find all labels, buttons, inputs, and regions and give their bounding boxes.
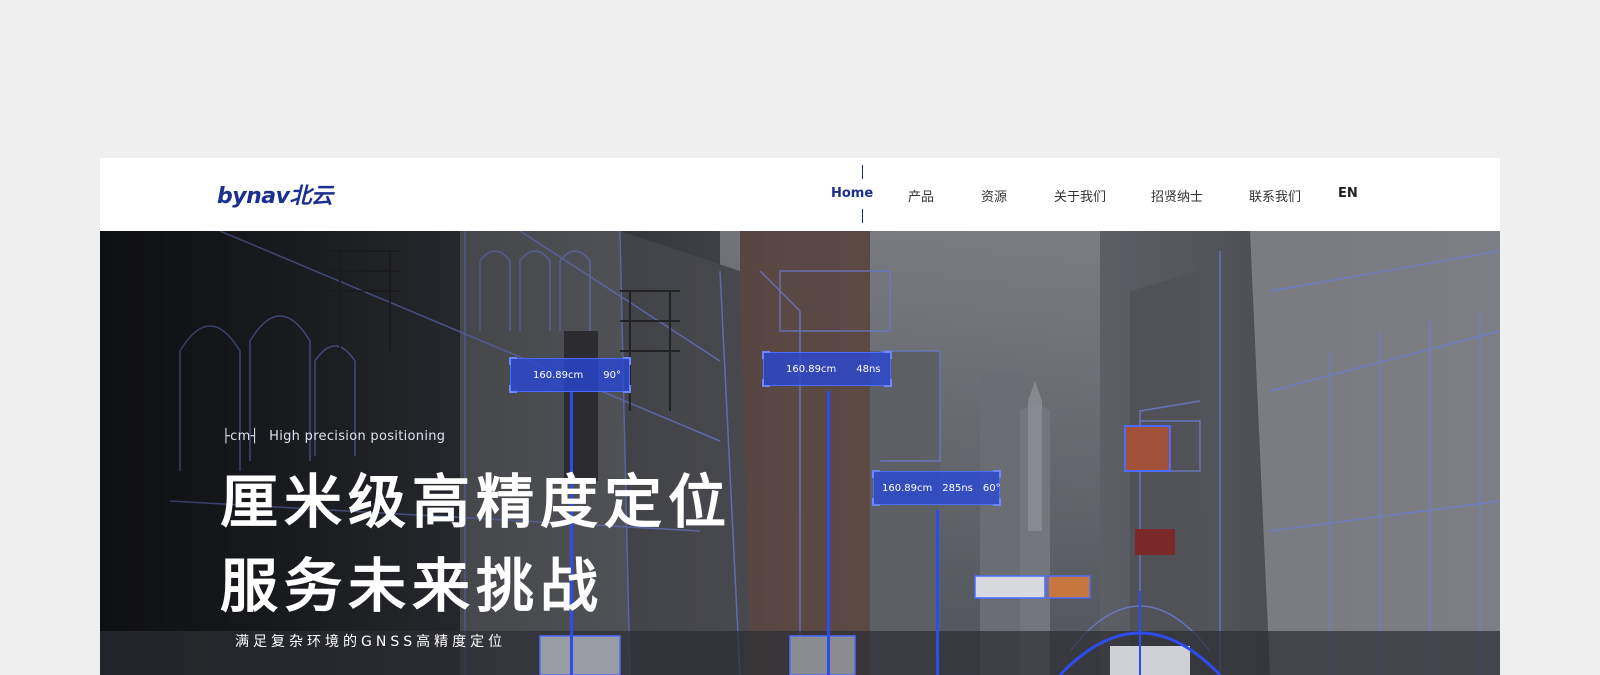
cm-scale-icon: ├: [222, 429, 231, 444]
tag-value: 90°: [603, 369, 621, 381]
tagline-unit: cm: [230, 429, 251, 444]
tag-distance: 160.89cm: [882, 482, 933, 494]
nav-item-resources[interactable]: 资源: [981, 186, 1007, 205]
hero-tagline: ├cm┤ High precision positioning: [222, 429, 445, 444]
hero-subtitle: 满足复杂环境的GNSS高精度定位: [235, 634, 507, 650]
active-indicator-top: [862, 165, 863, 179]
tag-angle: 60°: [982, 482, 1001, 494]
hero-banner: 160.89cm 90° 160.89cm 48ns 160.89cm 285n…: [100, 231, 1500, 675]
tag-value: 48ns: [856, 363, 881, 375]
nav-item-contact-us[interactable]: 联系我们: [1249, 186, 1301, 205]
tagline-text: High precision positioning: [269, 429, 446, 444]
nav-item-home[interactable]: Home: [831, 186, 873, 201]
bynav-logo[interactable]: bynav北云: [217, 178, 333, 210]
hero-headline-line2: 服务未来挑战: [220, 552, 605, 620]
tag-distance: 160.89cm: [533, 369, 584, 381]
tag-pole: [936, 510, 939, 675]
tag-value: 285ns: [942, 482, 973, 494]
active-indicator-bottom: [862, 209, 863, 223]
measurement-tag: 160.89cm 285ns 60°: [872, 470, 1001, 506]
nav-item-about-us[interactable]: 关于我们: [1054, 186, 1106, 205]
website-frame: bynav北云 Home 产品 资源 关于我们 招贤纳士 联系我们 EN 160…: [100, 158, 1500, 675]
nav-item-careers[interactable]: 招贤纳士: [1151, 186, 1203, 205]
nav-item-language-en[interactable]: EN: [1338, 186, 1358, 201]
measurement-tag: 160.89cm 48ns: [762, 351, 892, 387]
tag-distance: 160.89cm: [786, 363, 837, 375]
cm-scale-icon: ┤: [250, 429, 259, 444]
hero-headline-line1: 厘米级高精度定位: [220, 468, 733, 536]
tag-pole: [827, 391, 830, 675]
top-navbar: bynav北云 Home 产品 资源 关于我们 招贤纳士 联系我们 EN: [100, 158, 1500, 231]
nav-item-products[interactable]: 产品: [908, 186, 934, 205]
measurement-tag: 160.89cm 90°: [509, 357, 631, 393]
